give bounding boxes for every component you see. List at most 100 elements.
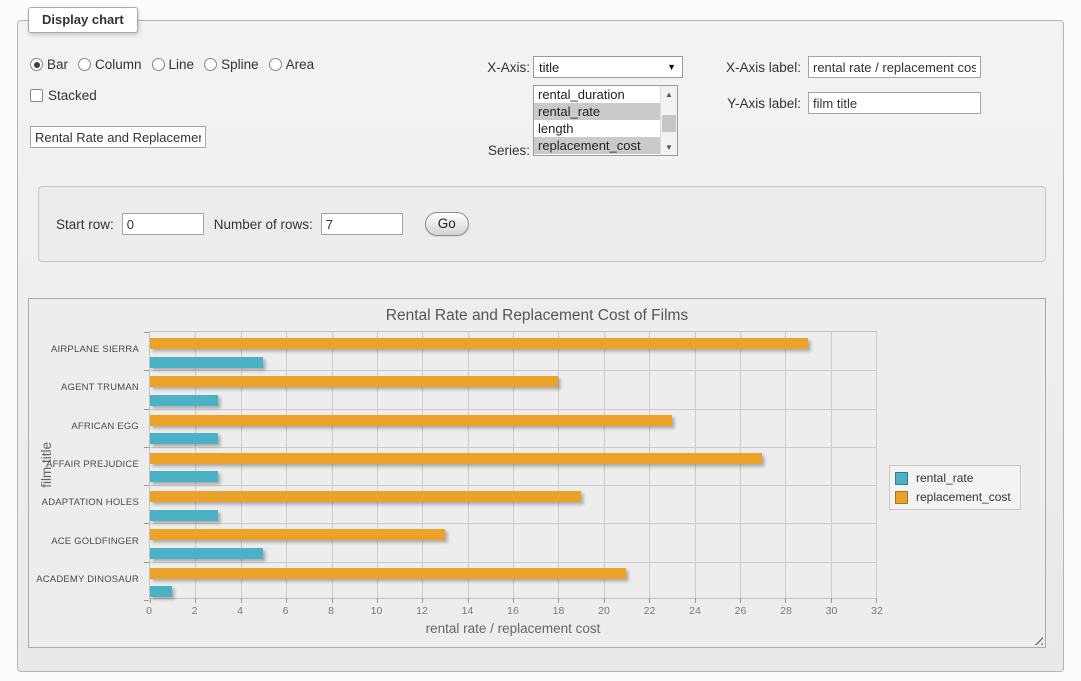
radio-icon[interactable] <box>204 58 217 71</box>
x-tick-label: 28 <box>771 605 801 617</box>
legend-item-rental_rate[interactable]: rental_rate <box>895 471 1011 485</box>
gridline-horizontal <box>150 562 876 563</box>
stacked-checkbox[interactable] <box>30 89 43 102</box>
bar-replacement_cost[interactable] <box>150 491 581 502</box>
num-rows-label: Number of rows: <box>214 217 313 232</box>
series-option-rental_duration[interactable]: rental_duration <box>534 86 660 103</box>
x-tick-label: 4 <box>225 605 255 617</box>
y-category-label: AIRPLANE SIERRA <box>29 344 139 355</box>
scrollbar-track[interactable] <box>661 102 677 139</box>
go-button[interactable]: Go <box>425 212 469 236</box>
gridline-vertical <box>876 332 877 598</box>
gridline-vertical <box>695 332 696 598</box>
gridline-vertical <box>422 332 423 598</box>
radio-spline[interactable]: Spline <box>204 57 259 72</box>
xaxis-select-label: X-Axis: <box>455 60 530 75</box>
gridline-vertical <box>649 332 650 598</box>
gridline-horizontal <box>150 523 876 524</box>
stacked-checkbox-row[interactable]: Stacked <box>30 88 97 103</box>
radio-icon[interactable] <box>78 58 91 71</box>
y-category-label: AGENT TRUMAN <box>29 382 139 393</box>
radio-bar[interactable]: Bar <box>30 57 68 72</box>
radio-icon[interactable] <box>269 58 282 71</box>
x-tick-label: 8 <box>316 605 346 617</box>
series-option-replacement_cost[interactable]: replacement_cost <box>534 137 660 154</box>
bar-rental_rate[interactable] <box>150 586 172 597</box>
bar-rental_rate[interactable] <box>150 548 263 559</box>
x-tick-label: 14 <box>453 605 483 617</box>
gridline-vertical <box>831 332 832 598</box>
bar-replacement_cost[interactable] <box>150 415 672 426</box>
scrollbar-thumb[interactable] <box>662 115 676 132</box>
resize-handle-icon[interactable] <box>1031 633 1043 645</box>
series-option-length[interactable]: length <box>534 120 660 137</box>
legend-label: rental_rate <box>916 471 973 485</box>
x-axis-tick-labels: 02468101214161820222426283032 <box>149 605 879 619</box>
rows-panel: Start row: Number of rows: Go <box>38 186 1046 262</box>
radio-icon[interactable] <box>30 58 43 71</box>
bar-rental_rate[interactable] <box>150 395 218 406</box>
x-tick-label: 24 <box>680 605 710 617</box>
x-tick-label: 18 <box>544 605 574 617</box>
radio-line[interactable]: Line <box>152 57 195 72</box>
chart-title-input[interactable] <box>30 126 206 148</box>
bar-replacement_cost[interactable] <box>150 338 808 349</box>
x-axis-tick <box>468 598 469 603</box>
start-row-input[interactable] <box>122 213 204 235</box>
radio-column[interactable]: Column <box>78 57 142 72</box>
gridline-horizontal <box>150 447 876 448</box>
y-axis-tick <box>144 485 149 486</box>
x-axis-tick <box>604 598 605 603</box>
x-axis-tick <box>831 598 832 603</box>
bar-replacement_cost[interactable] <box>150 376 558 387</box>
scroll-down-icon[interactable]: ▼ <box>661 139 677 155</box>
bar-rental_rate[interactable] <box>150 471 218 482</box>
bar-replacement_cost[interactable] <box>150 529 445 540</box>
x-axis-tick <box>513 598 514 603</box>
x-axis-tick <box>740 598 741 603</box>
listbox-scrollbar[interactable]: ▲ ▼ <box>660 86 677 155</box>
x-axis-tick <box>876 598 877 603</box>
series-option-rental_rate[interactable]: rental_rate <box>534 103 660 120</box>
y-axis-tick <box>144 332 149 333</box>
radio-area[interactable]: Area <box>269 57 315 72</box>
bar-replacement_cost[interactable] <box>150 453 762 464</box>
xaxis-label-input[interactable] <box>808 56 981 78</box>
y-axis-tick <box>144 600 149 601</box>
xaxis-select[interactable]: title ▼ <box>533 56 683 78</box>
radio-label: Line <box>169 57 195 72</box>
x-tick-label: 22 <box>635 605 665 617</box>
legend-label: replacement_cost <box>916 490 1011 504</box>
bar-rental_rate[interactable] <box>150 510 218 521</box>
gridline-vertical <box>558 332 559 598</box>
scroll-up-icon[interactable]: ▲ <box>661 86 677 102</box>
y-category-label: ACADEMY DINOSAUR <box>29 574 139 585</box>
gridline-vertical <box>604 332 605 598</box>
radio-label: Bar <box>47 57 68 72</box>
series-listbox-label: Series: <box>455 143 530 158</box>
x-axis-tick <box>422 598 423 603</box>
stacked-label: Stacked <box>48 88 97 103</box>
bar-rental_rate[interactable] <box>150 357 263 368</box>
num-rows-input[interactable] <box>321 213 403 235</box>
radio-label: Column <box>95 57 142 72</box>
yaxis-label-input[interactable] <box>808 92 981 114</box>
y-axis-tick <box>144 523 149 524</box>
x-tick-label: 0 <box>134 605 164 617</box>
y-category-label: ADAPTATION HOLES <box>29 497 139 508</box>
legend-item-replacement_cost[interactable]: replacement_cost <box>895 490 1011 504</box>
series-listbox[interactable]: rental_durationrental_ratelengthreplacem… <box>533 85 678 156</box>
legend-swatch-replacement_cost <box>895 491 908 504</box>
chart-title: Rental Rate and Replacement Cost of Film… <box>29 307 1045 325</box>
y-axis-tick <box>144 370 149 371</box>
bar-replacement_cost[interactable] <box>150 568 626 579</box>
y-category-label: AFRICAN EGG <box>29 421 139 432</box>
radio-icon[interactable] <box>152 58 165 71</box>
x-axis-title: rental rate / replacement cost <box>149 621 877 636</box>
y-category-label: ACE GOLDFINGER <box>29 536 139 547</box>
chart-type-radio-group: Bar Column Line Spline Area <box>30 57 314 72</box>
series-options: rental_durationrental_ratelengthreplacem… <box>534 86 660 155</box>
chart-container: Rental Rate and Replacement Cost of Film… <box>28 298 1046 648</box>
bar-rental_rate[interactable] <box>150 433 218 444</box>
legend-swatch-rental_rate <box>895 472 908 485</box>
